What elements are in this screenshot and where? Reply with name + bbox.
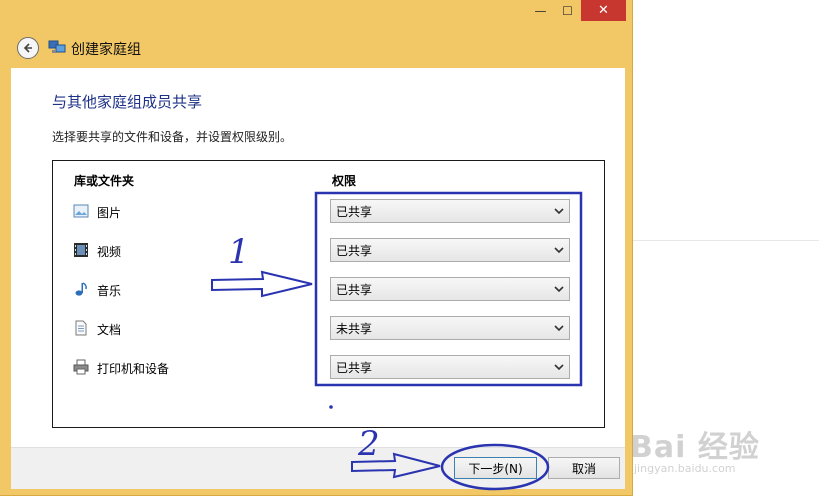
homegroup-window: — ☐ ✕ 创建家庭组 与其他家庭组成员共享 选择要共享的文件和设备，并设置权限… bbox=[0, 0, 633, 496]
permission-select-videos[interactable]: 已共享 bbox=[330, 238, 570, 262]
row-label: 视频 bbox=[97, 245, 122, 259]
select-value: 已共享 bbox=[336, 204, 373, 219]
select-value: 已共享 bbox=[336, 360, 373, 375]
cancel-button[interactable]: 取消 bbox=[548, 457, 620, 479]
chevron-down-icon bbox=[554, 364, 564, 371]
select-value: 已共享 bbox=[336, 282, 373, 297]
select-value: 未共享 bbox=[336, 321, 373, 336]
permission-select-music[interactable]: 已共享 bbox=[330, 277, 570, 301]
next-button[interactable]: 下一步(N) bbox=[454, 457, 537, 479]
annotation-number-1: 1 bbox=[228, 232, 250, 272]
permission-select-pictures[interactable]: 已共享 bbox=[330, 199, 570, 223]
music-icon bbox=[75, 282, 87, 296]
window-title: 创建家庭组 bbox=[71, 42, 141, 58]
footer-bar: 下一步(N) 取消 bbox=[11, 447, 625, 489]
maximize-button[interactable]: ☐ bbox=[554, 0, 581, 21]
homegroup-icon bbox=[48, 40, 66, 53]
back-button[interactable] bbox=[17, 37, 39, 59]
row-label: 音乐 bbox=[97, 284, 122, 298]
page-description: 选择要共享的文件和设备，并设置权限级别。 bbox=[52, 130, 293, 144]
page-heading: 与其他家庭组成员共享 bbox=[52, 93, 203, 111]
row-label: 文档 bbox=[97, 323, 122, 337]
share-table: 库或文件夹 权限 图片 已共享 视频 已共享 音乐 已共享 文档 未共享 打印机… bbox=[52, 160, 605, 428]
pictures-icon bbox=[73, 204, 89, 218]
row-label: 打印机和设备 bbox=[97, 362, 170, 376]
minimize-button[interactable]: — bbox=[527, 0, 554, 21]
chevron-down-icon bbox=[554, 325, 564, 332]
column-header-permission: 权限 bbox=[332, 174, 357, 188]
watermark-url: jingyan.baidu.com bbox=[634, 462, 736, 475]
videos-icon bbox=[74, 243, 88, 257]
permission-select-printers[interactable]: 已共享 bbox=[330, 355, 570, 379]
column-header-library: 库或文件夹 bbox=[74, 174, 135, 188]
close-button[interactable]: ✕ bbox=[581, 0, 626, 21]
watermark: Bai 经验 jingyan.baidu.com bbox=[630, 422, 780, 482]
content-panel: 与其他家庭组成员共享 选择要共享的文件和设备，并设置权限级别。 库或文件夹 权限… bbox=[11, 68, 625, 447]
back-arrow-icon bbox=[23, 43, 32, 53]
select-value: 已共享 bbox=[336, 243, 373, 258]
permission-select-documents[interactable]: 未共享 bbox=[330, 316, 570, 340]
chevron-down-icon bbox=[554, 247, 564, 254]
watermark-brand: Bai 经验 bbox=[630, 430, 760, 465]
printer-icon bbox=[73, 359, 89, 375]
row-label: 图片 bbox=[97, 206, 122, 220]
chevron-down-icon bbox=[554, 286, 564, 293]
annotation-number-2: 2 bbox=[358, 424, 380, 464]
chevron-down-icon bbox=[554, 208, 564, 215]
background-line bbox=[633, 240, 819, 241]
documents-icon bbox=[75, 320, 87, 336]
